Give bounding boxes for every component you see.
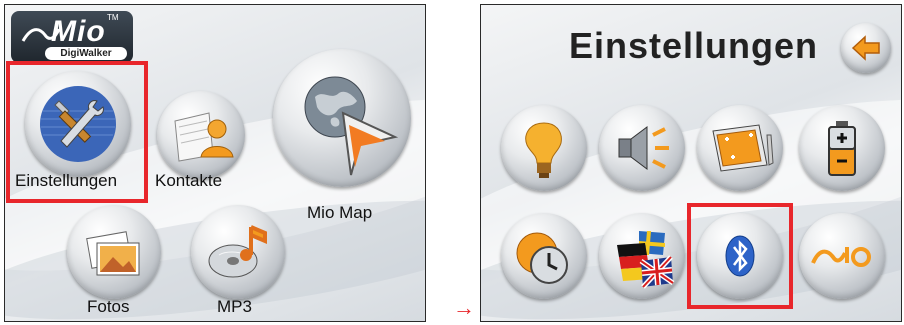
battery-icon [828, 121, 856, 176]
settings-about-mio[interactable] [799, 213, 885, 299]
app-label-fotos: Fotos [87, 297, 130, 316]
main-menu-screen: Mio TM DigiWalker Einstellungen Kontakte… [4, 4, 426, 322]
logo-brand: Mio [51, 15, 106, 48]
settings-bluetooth[interactable] [697, 213, 783, 299]
language-flags-icon [617, 231, 675, 289]
backlight-bulb-icon [525, 122, 562, 178]
app-label-mio-map: Mio Map [307, 203, 373, 222]
back-arrow-icon [851, 35, 880, 61]
logo-trademark: TM [107, 13, 119, 22]
logo-subtitle: DigiWalker [45, 47, 127, 60]
tools-icon [25, 71, 131, 177]
photos-icon [67, 205, 161, 299]
mp3-disc-icon [191, 205, 285, 299]
screen-calibration-icon [712, 124, 774, 172]
settings-screen-calibration[interactable] [697, 105, 783, 191]
bluetooth-icon [725, 235, 755, 277]
clock-globe-icon [516, 232, 568, 284]
settings-volume[interactable] [599, 105, 685, 191]
globe-map-icon [273, 49, 411, 187]
settings-language[interactable] [599, 213, 685, 299]
transition-arrow: → [453, 295, 475, 320]
app-label-kontakte: Kontakte [155, 171, 223, 190]
mio-about-icon [811, 247, 871, 267]
settings-backlight[interactable] [501, 105, 587, 191]
settings-time-zone[interactable] [501, 213, 587, 299]
contacts-icon [157, 91, 245, 179]
mio-digiwalker-logo: Mio TM DigiWalker [11, 11, 133, 63]
settings-screen: Einstellungen [480, 4, 902, 322]
volume-speaker-icon [618, 126, 669, 170]
settings-battery[interactable] [799, 105, 885, 191]
app-label-mp3: MP3 [217, 297, 252, 316]
app-label-einstellungen: Einstellungen [15, 171, 118, 190]
page-title: Einstellungen [569, 25, 819, 66]
back-button[interactable] [841, 23, 891, 73]
